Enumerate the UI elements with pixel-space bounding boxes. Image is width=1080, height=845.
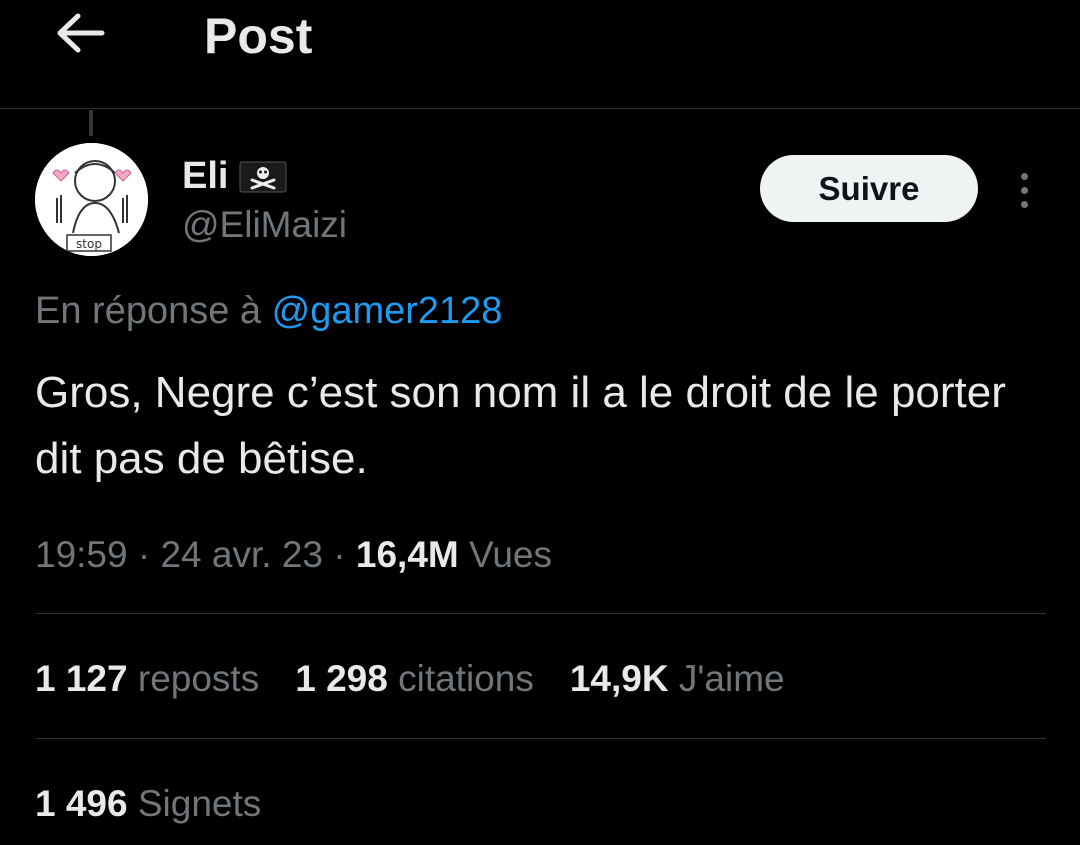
meta-separator: · (333, 534, 356, 575)
more-dot (1020, 186, 1028, 194)
meta-separator: · (137, 534, 161, 575)
quotes-stat[interactable]: 1 298 citations (295, 656, 534, 702)
tweet-meta: 19:59 · 24 avr. 23 · 16,4M Vues (35, 532, 552, 578)
divider (35, 613, 1046, 614)
back-button[interactable] (50, 8, 110, 58)
views-count: 16,4M (355, 534, 459, 575)
reposts-stat[interactable]: 1 127 reposts (35, 656, 259, 702)
author-display-name[interactable]: Eli (182, 155, 228, 198)
more-dot (1020, 200, 1028, 208)
tweet-text: Gros, Negre c’est son nom il a le droit … (35, 368, 1006, 483)
avatar-drawing: stop (35, 143, 148, 256)
pirate-flag-icon (238, 158, 288, 194)
reposts-count: 1 127 (35, 658, 128, 699)
author-username[interactable]: @EliMaizi (182, 202, 347, 248)
reply-mention-link[interactable]: @gamer2128 (272, 290, 503, 332)
views-label: Vues (469, 534, 552, 575)
avatar[interactable]: stop (35, 143, 148, 256)
author-name-row: Eli (182, 153, 288, 199)
reply-context: En réponse à @gamer2128 (35, 288, 502, 334)
more-dot (1020, 172, 1028, 180)
top-bar: Post (0, 0, 1080, 109)
reply-prefix: En réponse à (35, 290, 262, 332)
avatar-sign-text: stop (76, 237, 102, 251)
page-title: Post (204, 8, 313, 64)
likes-label: J'aime (678, 658, 785, 699)
quotes-label: citations (398, 658, 534, 699)
follow-button[interactable]: Suivre (760, 155, 978, 222)
thread-connector-line (89, 110, 93, 136)
more-vertical-icon[interactable] (1004, 168, 1044, 212)
tweet-time[interactable]: 19:59 (35, 534, 128, 575)
arrow-left-icon (57, 13, 105, 53)
bookmarks-count: 1 496 (35, 783, 128, 824)
bookmarks-label: Signets (137, 783, 262, 824)
quotes-count: 1 298 (295, 658, 388, 699)
bookmarks-stat[interactable]: 1 496 Signets (35, 781, 261, 827)
likes-stat[interactable]: 14,9K J'aime (570, 656, 785, 702)
tweet-date[interactable]: 24 avr. 23 (160, 534, 323, 575)
engagement-stats: 1 127 reposts 1 298 citations 14,9K J'ai… (35, 656, 821, 702)
reposts-label: reposts (137, 658, 260, 699)
divider (35, 738, 1046, 739)
likes-count: 14,9K (569, 658, 669, 699)
